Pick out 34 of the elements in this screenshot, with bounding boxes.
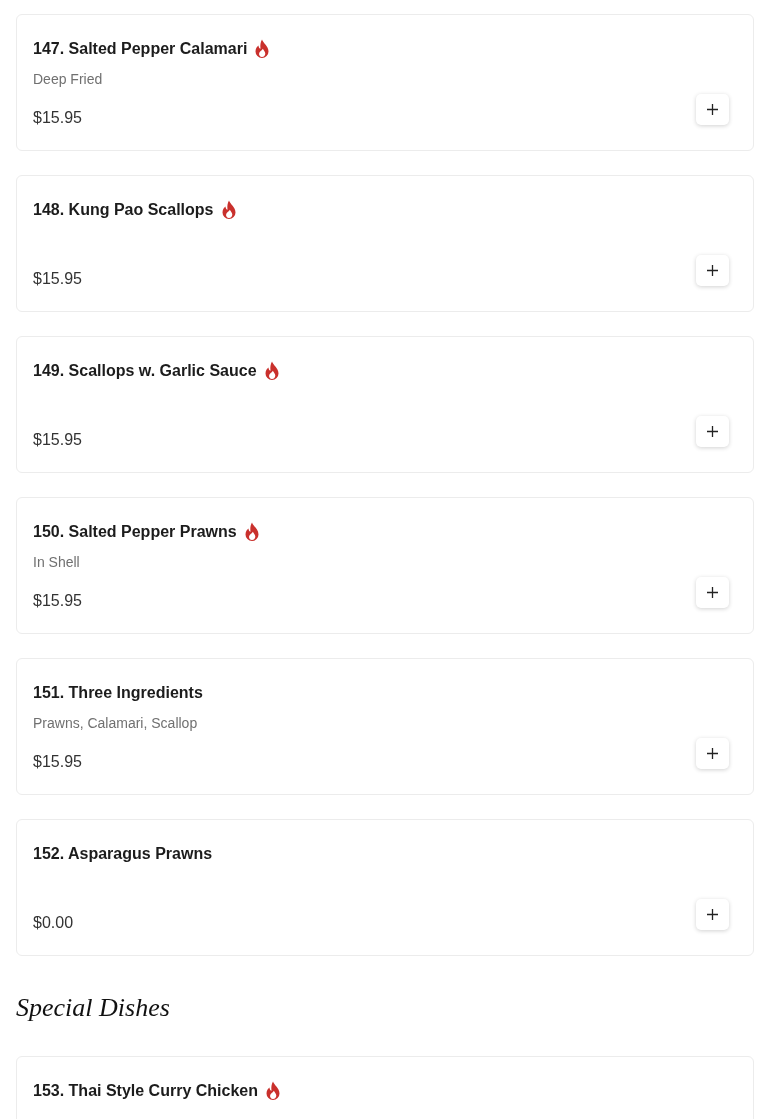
plus-icon	[707, 909, 718, 920]
flame-icon	[254, 39, 271, 59]
add-button[interactable]	[696, 416, 729, 447]
dish-price: $15.95	[33, 269, 82, 289]
plus-icon	[707, 587, 718, 598]
plus-icon	[707, 748, 718, 759]
dish-price: $15.95	[33, 430, 82, 450]
flame-icon	[243, 522, 260, 542]
flame-icon	[263, 361, 280, 381]
dish-price: $15.95	[33, 108, 82, 128]
dish-title: 147. Salted Pepper Calamari	[33, 40, 248, 58]
dish-price: $15.95	[33, 591, 82, 611]
plus-icon	[707, 104, 718, 115]
add-button[interactable]	[696, 899, 729, 930]
dish-title: 150. Salted Pepper Prawns	[33, 523, 237, 541]
dish-title: 153. Thai Style Curry Chicken	[33, 1082, 258, 1100]
dish-price: $0.00	[33, 913, 74, 933]
dish-description: Deep Fried	[33, 70, 104, 88]
dish-description: Prawns, Calamari, Scallop	[33, 714, 199, 732]
plus-icon	[707, 265, 718, 276]
dish-price: $15.95	[33, 752, 82, 772]
flame-icon	[220, 200, 237, 220]
add-button[interactable]	[696, 738, 729, 769]
dish-description: In Shell	[33, 553, 81, 571]
dish-title: 151. Three Ingredients	[33, 684, 203, 702]
plus-icon	[707, 426, 718, 437]
dish-title: 152. Asparagus Prawns	[33, 845, 213, 863]
add-button[interactable]	[696, 577, 729, 608]
add-button[interactable]	[696, 94, 729, 125]
flame-icon	[265, 1081, 281, 1101]
section-heading: Special Dishes	[16, 993, 171, 1023]
dish-title: 148. Kung Pao Scallops	[33, 201, 214, 219]
dish-title: 149. Scallops w. Garlic Sauce	[33, 362, 257, 380]
add-button[interactable]	[696, 255, 729, 286]
